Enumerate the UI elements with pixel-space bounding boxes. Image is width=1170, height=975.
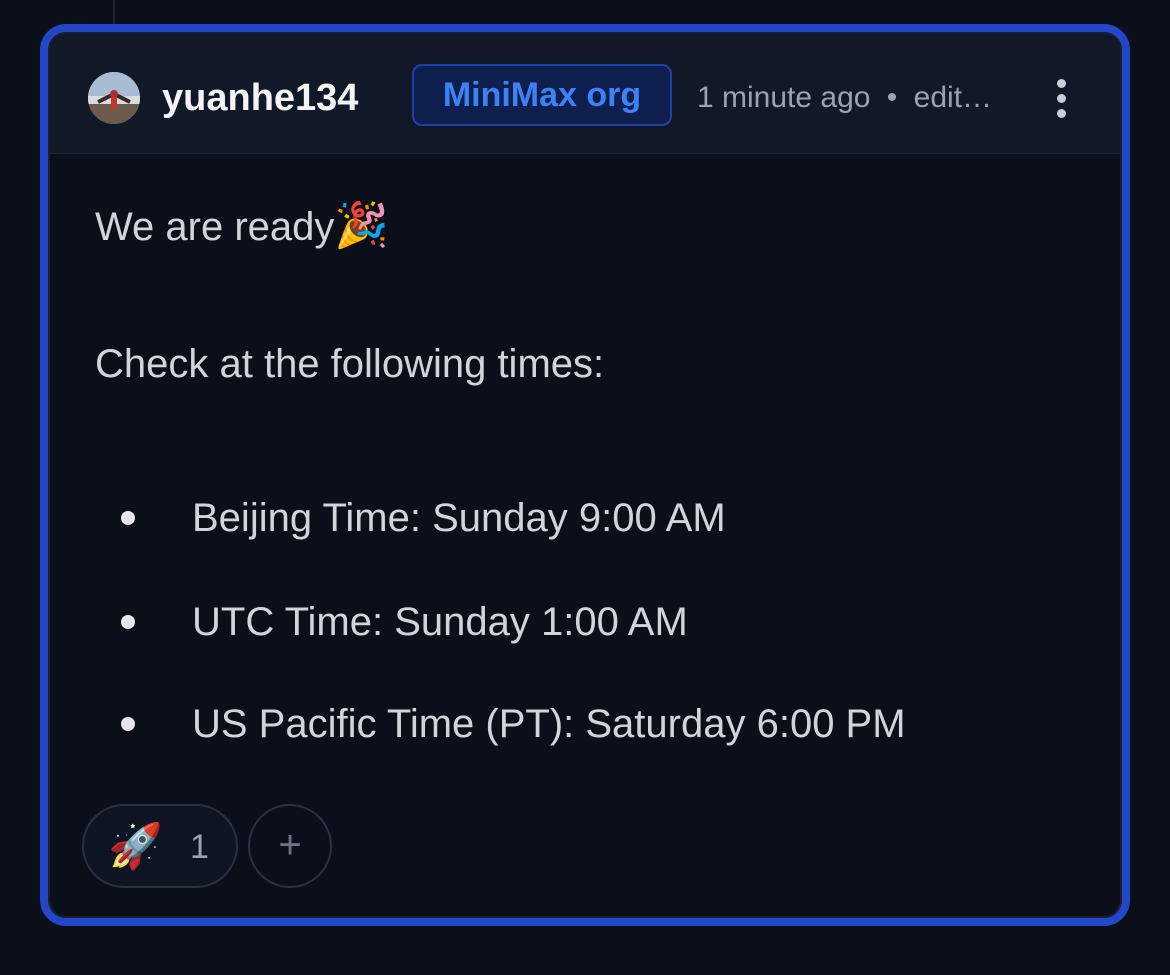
org-badge[interactable]: MiniMax org	[412, 64, 672, 126]
comment-header: yuanhe134 MiniMax org 1 minute ago • edi…	[50, 34, 1120, 154]
thread-line	[113, 0, 115, 24]
comment-meta: 1 minute ago • edit…	[697, 72, 992, 124]
kebab-dot	[1056, 78, 1066, 88]
list-item-text: US Pacific Time (PT): Saturday 6:00 PM	[192, 702, 906, 746]
comment-card-inner: yuanhe134 MiniMax org 1 minute ago • edi…	[48, 32, 1122, 918]
meta-separator: •	[886, 81, 898, 114]
bullet-icon	[121, 615, 135, 629]
list-item: US Pacific Time (PT): Saturday 6:00 PM	[95, 696, 1095, 752]
username[interactable]: yuanhe134	[162, 72, 358, 124]
comment-card: yuanhe134 MiniMax org 1 minute ago • edi…	[40, 24, 1130, 926]
timestamp[interactable]: 1 minute ago	[697, 81, 870, 114]
reaction-count: 1	[190, 828, 209, 866]
avatar[interactable]	[88, 72, 140, 124]
rocket-icon: 🚀	[108, 822, 163, 871]
avatar-image	[88, 72, 140, 124]
ready-text: We are ready	[95, 205, 335, 249]
bullet-icon	[121, 717, 135, 731]
body-line-ready: We are ready🎉	[95, 198, 389, 255]
edited-label[interactable]: edit…	[914, 81, 992, 114]
reaction-rocket-button[interactable]: 🚀 1	[82, 804, 238, 888]
comment-page: yuanhe134 MiniMax org 1 minute ago • edi…	[0, 0, 1170, 975]
list-item: Beijing Time: Sunday 9:00 AM	[95, 490, 1095, 546]
kebab-dot	[1056, 108, 1066, 118]
more-vertical-icon[interactable]	[1046, 74, 1076, 122]
list-item-text: UTC Time: Sunday 1:00 AM	[192, 600, 688, 644]
kebab-dot	[1056, 93, 1066, 103]
add-reaction-button[interactable]: +	[248, 804, 332, 888]
bullet-icon	[121, 511, 135, 525]
list-item-text: Beijing Time: Sunday 9:00 AM	[192, 496, 726, 540]
party-popper-icon: 🎉	[334, 201, 390, 250]
body-line-check: Check at the following times:	[95, 342, 605, 386]
list-item: UTC Time: Sunday 1:00 AM	[95, 594, 1095, 650]
